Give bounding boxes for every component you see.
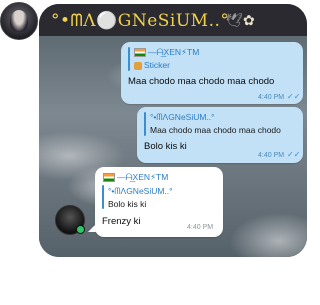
reply-text: Bolo kis ki	[108, 199, 147, 209]
message-text: Bolo kis ki	[144, 141, 187, 152]
bird-icon: 🕊	[225, 12, 243, 28]
chat-header[interactable]: °•ᗰΛ⚪GNeSiUM..° 🕊 ✿	[39, 4, 307, 36]
message-bubble-outgoing[interactable]: —ᗩ͜XEN⚡TM Sticker Maa chodo maa chodo ma…	[121, 42, 303, 104]
read-ticks-icon: ✓✓	[287, 92, 301, 101]
read-ticks-icon: ✓✓	[287, 150, 301, 159]
chat-title[interactable]: °•ᗰΛ⚪GNeSiUM..°	[51, 11, 229, 31]
reply-sender: —ᗩ͜XEN⚡TM	[134, 47, 199, 58]
reply-sender: °•ᗰΛGNeSiUM..°	[150, 112, 215, 122]
message-bubble-outgoing[interactable]: °•ᗰΛGNeSiUM..° Maa chodo maa chodo maa c…	[137, 107, 303, 163]
reply-quote-bar	[128, 47, 130, 71]
message-sender[interactable]: —ᗩ͜XEN⚡TM	[103, 172, 168, 183]
message-time: 4:40 PM	[187, 224, 214, 231]
message-text: Maa chodo maa chodo maa chodo	[128, 76, 275, 87]
reply-sender: °•ᗰΛGNeSiUM..°	[108, 186, 173, 196]
chat-window: °•ᗰΛ⚪GNeSiUM..° 🕊 ✿ —ᗩ͜XEN⚡TM Sticker Ma…	[39, 4, 307, 257]
flag-icon	[103, 173, 115, 183]
sticker-icon	[134, 61, 142, 70]
chat-avatar[interactable]	[0, 2, 38, 40]
flag-icon	[134, 48, 146, 58]
avatar-image	[10, 10, 28, 32]
message-text: Frenzy ki	[102, 216, 141, 227]
online-status-icon	[76, 225, 85, 234]
message-time: 4:40 PM	[258, 152, 285, 159]
message-time: 4:40 PM	[258, 94, 285, 101]
reply-quote-bar	[102, 185, 104, 209]
flower-icon: ✿	[243, 12, 255, 28]
sender-avatar[interactable]	[55, 205, 85, 235]
reply-quote-bar	[144, 112, 146, 136]
reply-text: Maa chodo maa chodo maa chodo	[150, 125, 281, 135]
message-bubble-incoming[interactable]: —ᗩ͜XEN⚡TM °•ᗰΛGNeSiUM..° Bolo kis ki Fre…	[95, 167, 223, 237]
reply-text: Sticker	[134, 60, 170, 70]
